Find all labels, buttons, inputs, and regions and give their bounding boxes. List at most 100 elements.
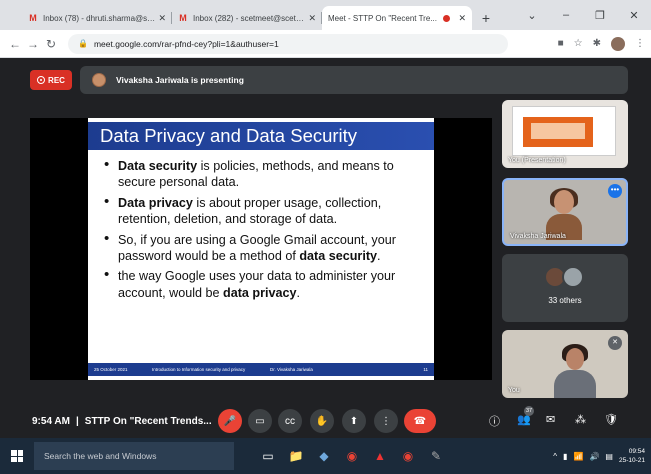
network-icon[interactable]: 📶 bbox=[573, 452, 583, 461]
tile-your-presentation[interactable]: You (Presentation) bbox=[502, 100, 628, 168]
more-options-button[interactable]: ⋮ bbox=[374, 409, 398, 433]
meeting-time: 9:54 AM bbox=[32, 415, 70, 427]
camera-in-use-icon[interactable]: ■ bbox=[558, 38, 564, 49]
chrome-icon[interactable]: ◉ bbox=[394, 438, 422, 474]
presenting-banner: Vivaksha Jariwala is presenting bbox=[80, 66, 628, 94]
leave-call-button[interactable]: ☎ bbox=[404, 409, 436, 433]
tab-meet[interactable]: Meet - STTP On "Recent Tre... ✕ bbox=[322, 6, 472, 30]
recording-indicator-icon bbox=[443, 14, 451, 22]
logo-pane bbox=[17, 456, 23, 462]
meeting-title: STTP On "Recent Trends... bbox=[84, 415, 212, 427]
slide-footer-date: 25 October 2021 bbox=[94, 367, 128, 372]
search-placeholder: Search the web and Windows bbox=[44, 451, 157, 461]
video-head bbox=[566, 348, 584, 370]
address-bar[interactable]: 🔒 meet.google.com/rar-pfnd-cey?pli=1&aut… bbox=[68, 33, 508, 54]
slide-bullet: Data security is policies, methods, and … bbox=[104, 157, 426, 191]
bullet-text: . bbox=[296, 285, 301, 300]
raise-hand-button[interactable]: ✋ bbox=[310, 409, 334, 433]
acrobat-icon[interactable]: ▲ bbox=[366, 438, 394, 474]
tab-title: Inbox (282) - scetmeet@scet.ac... bbox=[193, 13, 306, 23]
minimize-icon[interactable]: – bbox=[549, 9, 583, 21]
tab-title: Meet - STTP On "Recent Tre... bbox=[328, 13, 437, 23]
slide-title: Data Privacy and Data Security bbox=[88, 122, 434, 150]
browser-toolbar: ← → ↻ 🔒 meet.google.com/rar-pfnd-cey?pli… bbox=[0, 30, 651, 58]
meet-controls-bar: 9:54 AM | STTP On "Recent Trends... 🎤 ▭ … bbox=[0, 404, 651, 438]
menu-kebab-icon[interactable]: ⋮ bbox=[635, 38, 645, 49]
info-icon[interactable]: ⓘ bbox=[489, 413, 500, 429]
windows-logo-icon bbox=[11, 450, 23, 462]
close-icon[interactable]: ✕ bbox=[458, 13, 466, 24]
reload-icon[interactable]: ↻ bbox=[42, 37, 60, 51]
tab-search-icon[interactable]: ⌄ bbox=[515, 9, 549, 22]
app-icon[interactable]: ✎ bbox=[422, 438, 450, 474]
bookmark-star-icon[interactable]: ☆ bbox=[574, 38, 583, 49]
forward-icon[interactable]: → bbox=[24, 37, 42, 51]
toolbar-icons: ■ ☆ ✱ ⋮ bbox=[558, 36, 645, 51]
more-options-icon[interactable]: ••• bbox=[608, 184, 622, 198]
gmail-icon: M bbox=[179, 13, 187, 23]
profile-avatar[interactable] bbox=[611, 36, 625, 51]
host-controls-icon[interactable]: 🛡 bbox=[604, 413, 618, 426]
meeting-info: 9:54 AM | STTP On "Recent Trends... bbox=[32, 404, 212, 438]
close-icon[interactable]: ✕ bbox=[158, 13, 166, 24]
new-tab-button[interactable]: + bbox=[476, 6, 496, 30]
mic-toggle-button[interactable]: 🎤 bbox=[218, 409, 242, 433]
bullet-bold: data privacy bbox=[223, 285, 297, 300]
tile-self[interactable]: ✕ You bbox=[502, 330, 628, 398]
system-tray: ^ ▮ 📶 🔊 ▤ 09:54 25-10-21 bbox=[553, 438, 645, 474]
slide: Data Privacy and Data Security Data secu… bbox=[88, 118, 434, 380]
file-explorer-icon[interactable]: 📁 bbox=[282, 438, 310, 474]
bullet-text: . bbox=[377, 249, 381, 264]
others-avatars bbox=[544, 266, 588, 288]
meet-window: REC Vivaksha Jariwala is presenting Data… bbox=[0, 58, 651, 438]
close-icon[interactable]: ✕ bbox=[308, 13, 316, 24]
presenting-text: Vivaksha Jariwala is presenting bbox=[116, 75, 244, 85]
presentation-thumbnail bbox=[512, 106, 616, 156]
back-icon[interactable]: ← bbox=[6, 37, 24, 51]
tab-title: Inbox (78) - dhruti.sharma@scet... bbox=[43, 13, 156, 23]
tab-inbox-scetmeet[interactable]: M Inbox (282) - scetmeet@scet.ac... ✕ bbox=[172, 6, 322, 30]
others-count: 33 others bbox=[548, 296, 582, 305]
presenter-avatar bbox=[92, 73, 106, 87]
logo-pane bbox=[11, 456, 17, 462]
tab-inbox-dhruti[interactable]: M Inbox (78) - dhruti.sharma@scet... ✕ bbox=[22, 6, 172, 30]
thumbnail-block bbox=[531, 123, 585, 139]
clock-time: 09:54 bbox=[628, 448, 645, 455]
logo-pane bbox=[11, 450, 17, 456]
notification-icon[interactable]: ▤ bbox=[605, 452, 613, 461]
window-controls: ⌄ – ❐ ✕ bbox=[515, 0, 651, 30]
extensions-icon[interactable]: ✱ bbox=[593, 38, 601, 49]
captions-button[interactable]: cc bbox=[278, 409, 302, 433]
tile-presenter[interactable]: ••• Vivaksha Jariwala bbox=[502, 178, 628, 246]
record-icon bbox=[37, 76, 46, 84]
lock-icon: 🔒 bbox=[78, 39, 88, 48]
present-now-button[interactable]: ⬆ bbox=[342, 409, 366, 433]
task-view-icon[interactable]: ▭ bbox=[254, 438, 282, 474]
slide-body: Data security is policies, methods, and … bbox=[104, 157, 426, 305]
bullet-bold: Data security bbox=[118, 159, 198, 173]
volume-icon[interactable]: 🔊 bbox=[589, 452, 599, 461]
tray-expand-icon[interactable]: ^ bbox=[553, 452, 557, 461]
restore-icon[interactable]: ❐ bbox=[583, 9, 617, 22]
taskbar-clock[interactable]: 09:54 25-10-21 bbox=[619, 447, 645, 465]
activities-icon[interactable]: ⁂ bbox=[575, 413, 586, 426]
video-body bbox=[554, 370, 596, 398]
bullet-bold: Data privacy bbox=[118, 195, 193, 210]
slide-footer: 25 October 2021 Introduction to Informat… bbox=[88, 363, 434, 376]
tray-app-icon[interactable]: ▮ bbox=[563, 452, 567, 461]
slide-footer-author: Dr. Vivaksha Jariwala bbox=[270, 367, 313, 372]
slide-bullet: So, if you are using a Google Gmail acco… bbox=[104, 231, 426, 265]
chat-icon[interactable]: ✉ bbox=[546, 413, 555, 426]
tile-label: You bbox=[508, 387, 520, 394]
url-text: meet.google.com/rar-pfnd-cey?pli=1&authu… bbox=[93, 38, 279, 49]
tile-label: You (Presentation) bbox=[508, 157, 566, 164]
chrome-icon[interactable]: ◉ bbox=[338, 438, 366, 474]
video-head bbox=[554, 190, 574, 214]
taskbar-search[interactable]: Search the web and Windows bbox=[34, 442, 234, 470]
start-button[interactable] bbox=[0, 438, 34, 474]
close-window-icon[interactable]: ✕ bbox=[617, 9, 651, 22]
app-icon[interactable]: ◆ bbox=[310, 438, 338, 474]
camera-toggle-button[interactable]: ▭ bbox=[248, 409, 272, 433]
avatar bbox=[562, 266, 584, 288]
tile-others[interactable]: 33 others bbox=[502, 254, 628, 322]
